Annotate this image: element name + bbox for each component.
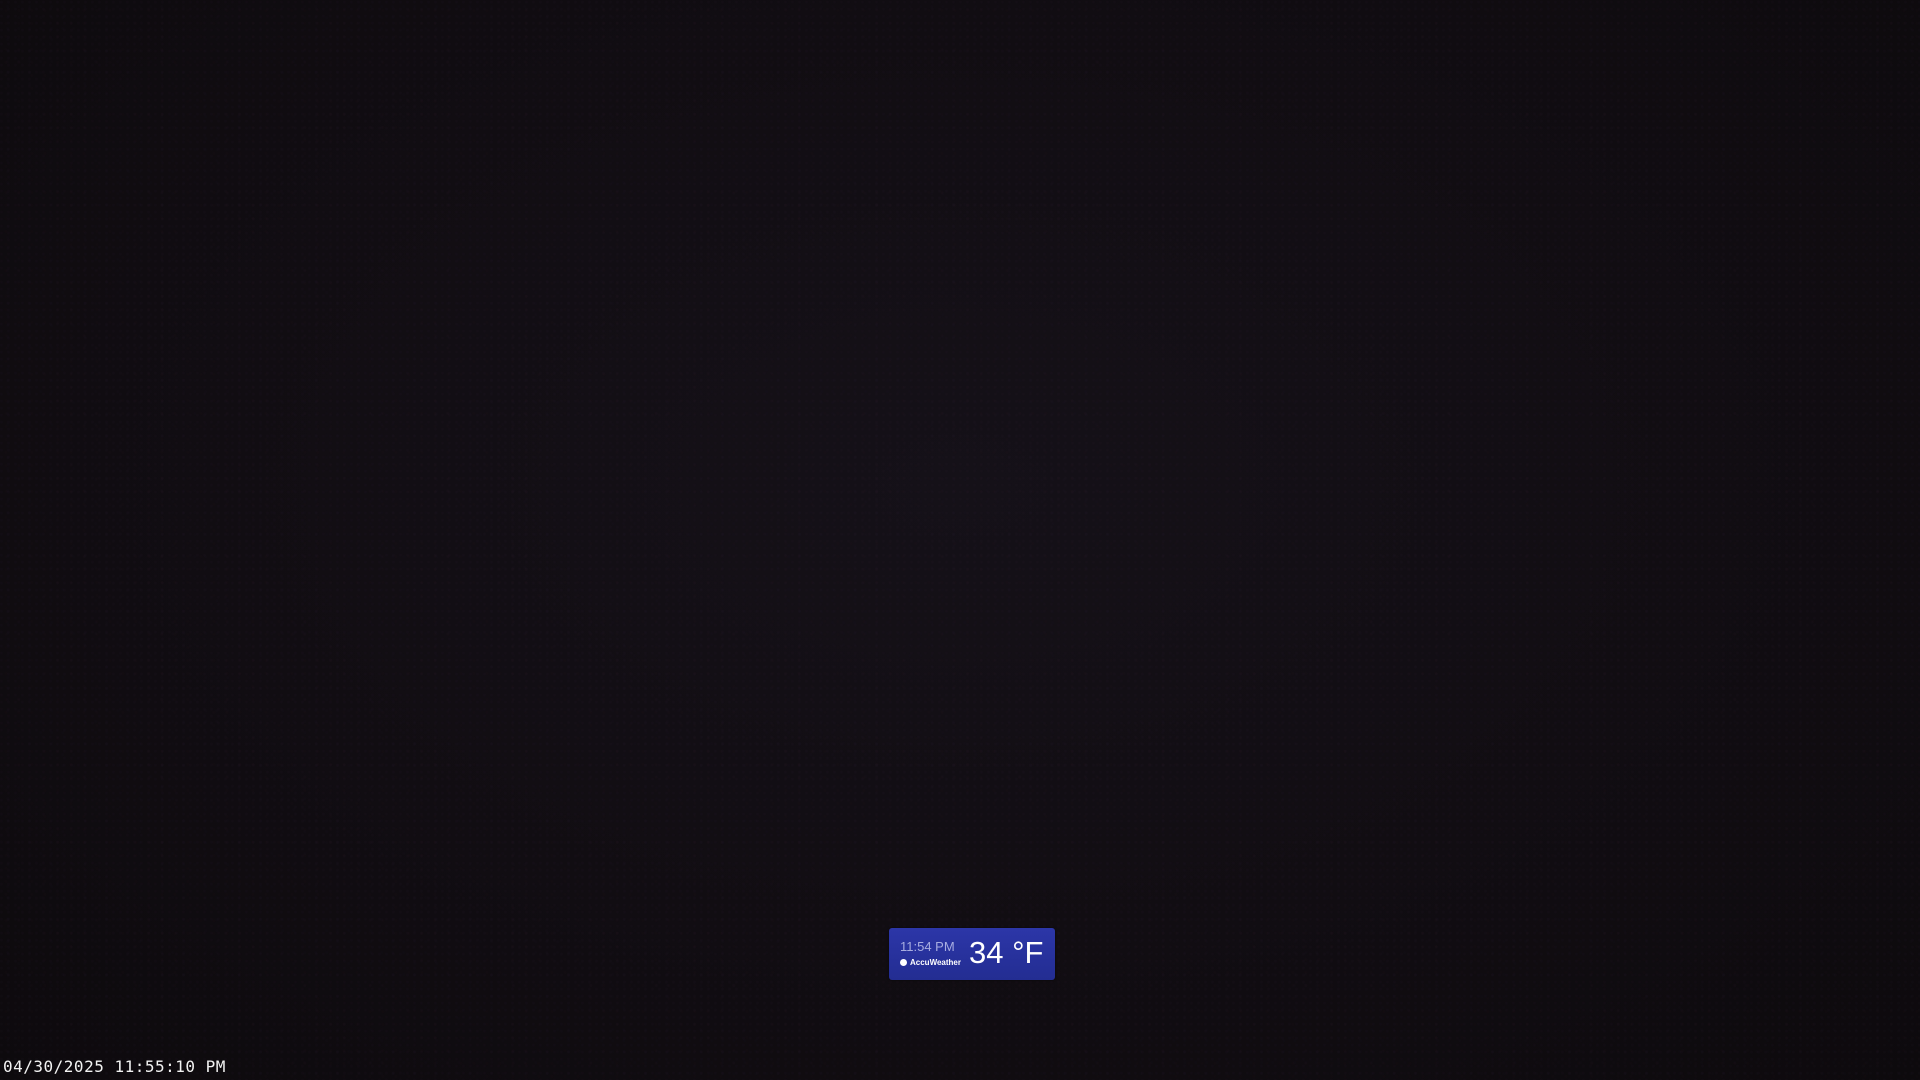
brand-name: AccuWeather xyxy=(910,957,961,967)
camera-timestamp: 04/30/2025 11:55:10 PM xyxy=(3,1057,226,1076)
weather-widget[interactable]: 11:54 PM AccuWeather 34 °F xyxy=(889,928,1055,980)
weather-widget-info: 11:54 PM AccuWeather xyxy=(900,939,968,968)
sun-icon xyxy=(900,959,907,966)
night-sky-background xyxy=(0,0,1920,1080)
accuweather-logo: AccuWeather xyxy=(900,957,968,968)
camera-feed: 11:54 PM AccuWeather 34 °F 04/30/2025 11… xyxy=(0,0,1920,1080)
temperature-readout: 34 °F xyxy=(969,935,1044,970)
weather-time: 11:54 PM xyxy=(900,939,955,954)
